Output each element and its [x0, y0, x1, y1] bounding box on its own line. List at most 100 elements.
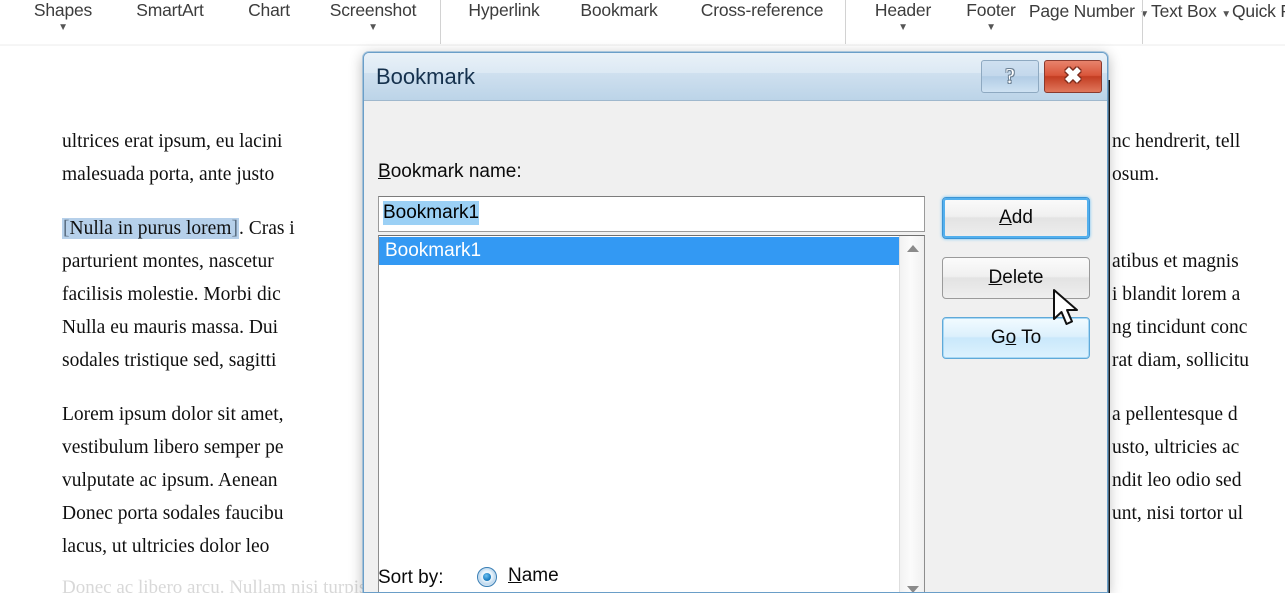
- scroll-down-arrow-icon[interactable]: [900, 578, 924, 592]
- ribbon-label-cross-reference: Cross-reference: [700, 0, 824, 20]
- ribbon-label-quick-parts: Quick Parts: [1232, 1, 1285, 21]
- ribbon-button-footer[interactable]: Footer ▼: [948, 0, 1034, 34]
- delete-button-suffix: elete: [1002, 267, 1044, 288]
- add-button[interactable]: Add: [942, 197, 1090, 239]
- bookmark-name-label: Bookmark name:: [378, 161, 522, 183]
- list-item[interactable]: Bookmark1: [379, 237, 899, 265]
- doc-line-bookmarked: [Nulla in purus lorem]. Cras i: [62, 212, 295, 245]
- ribbon-button-header[interactable]: Header ▼: [858, 0, 948, 34]
- doc-line: i blandit lorem a: [1112, 284, 1241, 305]
- doc-line: parturient montes, nascetur: [62, 251, 274, 272]
- ribbon-button-chart[interactable]: Chart: [229, 0, 309, 21]
- doc-line: vestibulum libero semper pe: [62, 437, 284, 458]
- page-edge-line: [1108, 80, 1110, 593]
- paragraph: a pellentesque d usto, ultricies ac ndit…: [1112, 398, 1249, 530]
- go-to-button[interactable]: Go To: [942, 317, 1090, 359]
- ribbon-button-screenshot[interactable]: Screenshot ▼: [309, 0, 437, 34]
- ribbon-label-smartart: SmartArt: [136, 0, 204, 20]
- ribbon-label-hyperlink: Hyperlink: [468, 0, 540, 20]
- bookmark-dialog: Bookmark ? ✖ Bookmark name: Bookmark1 Bo…: [363, 52, 1108, 593]
- bookmark-name-input[interactable]: Bookmark1: [378, 196, 925, 232]
- close-icon: ✖: [1063, 63, 1083, 88]
- doc-line-tail: . Cras i: [238, 218, 295, 239]
- radio-sort-name-label: Name: [508, 565, 559, 587]
- ribbon-button-quick-parts[interactable]: Quick Parts ▼: [1232, 0, 1285, 26]
- ribbon-button-hyperlink[interactable]: Hyperlink: [448, 0, 560, 21]
- ribbon-label-screenshot: Screenshot: [329, 0, 417, 20]
- go-to-button-prefix: G: [990, 327, 1006, 348]
- ribbon-button-text-box[interactable]: Text Box ▼: [1148, 0, 1234, 26]
- chevron-down-icon[interactable]: ▼: [948, 22, 1034, 34]
- ribbon-group-bar: [0, 44, 1285, 46]
- doc-line: lacus, ut ultricies dolor leo: [62, 536, 270, 557]
- radio-sort-name-rest: ame: [521, 565, 559, 586]
- paragraph: Lorem ipsum dolor sit amet, vestibulum l…: [62, 398, 295, 563]
- app-window: Shapes ▼ SmartArt Chart Screenshot ▼ Hyp…: [0, 0, 1285, 593]
- bookmark-name-input-value: Bookmark1: [383, 201, 480, 225]
- doc-line: vulputate ac ipsum. Aenean: [62, 470, 278, 491]
- bookmark-list[interactable]: Bookmark1: [378, 235, 925, 592]
- doc-line: osum.: [1112, 164, 1160, 185]
- ribbon-label-footer: Footer: [966, 0, 1016, 20]
- bookmark-name-label-accel: B: [378, 161, 391, 182]
- chevron-down-icon[interactable]: ▼: [309, 22, 437, 34]
- ribbon: Shapes ▼ SmartArt Chart Screenshot ▼ Hyp…: [0, 0, 1285, 46]
- add-button-accel: A: [999, 207, 1012, 228]
- go-to-button-accel: o: [1005, 327, 1017, 348]
- dialog-titlebar[interactable]: Bookmark ? ✖: [364, 53, 1107, 101]
- bookmark-bracket-close: ]: [231, 218, 238, 239]
- doc-line: atibus et magnis: [1112, 251, 1239, 272]
- close-button[interactable]: ✖: [1044, 60, 1102, 93]
- paragraph: nc hendrerit, tell osum.: [1112, 125, 1249, 191]
- ribbon-separator: [1142, 0, 1143, 44]
- doc-line: nc hendrerit, tell: [1112, 131, 1241, 152]
- ribbon-label-header: Header: [874, 0, 932, 20]
- doc-line: ndit leo odio sed: [1112, 470, 1242, 491]
- chevron-down-icon[interactable]: ▼: [15, 22, 111, 34]
- scroll-up-arrow-icon[interactable]: [900, 238, 924, 260]
- doc-line: malesuada porta, ante justo: [62, 164, 275, 185]
- radio-button-icon-selected[interactable]: [477, 567, 497, 587]
- chevron-down-icon[interactable]: ▼: [858, 22, 948, 34]
- doc-line: Lorem ipsum dolor sit amet,: [62, 404, 284, 425]
- bookmark-list-scrollbar[interactable]: [899, 236, 924, 592]
- delete-button[interactable]: Delete: [942, 257, 1090, 299]
- ribbon-separator: [845, 0, 846, 44]
- doc-line: unt, nisi tortor ul: [1112, 503, 1244, 524]
- doc-line-blank: [1112, 212, 1249, 245]
- doc-line: rat diam, sollicitu: [1112, 350, 1250, 371]
- ribbon-button-bookmark[interactable]: Bookmark: [560, 0, 678, 21]
- ribbon-label-shapes: Shapes: [33, 0, 93, 20]
- ribbon-button-smartart[interactable]: SmartArt: [111, 0, 229, 21]
- doc-line: sodales tristique sed, sagitti: [62, 350, 277, 371]
- ribbon-commands: Shapes ▼ SmartArt Chart Screenshot ▼ Hyp…: [0, 0, 1285, 46]
- ribbon-label-chart: Chart: [248, 0, 290, 20]
- bookmark-selected-text: Nulla in purus lorem: [69, 218, 232, 239]
- help-button[interactable]: ?: [981, 60, 1039, 93]
- doc-line: usto, ultricies ac: [1112, 437, 1240, 458]
- bookmark-highlight: [Nulla in purus lorem]: [62, 218, 239, 239]
- doc-line: Donec porta sodales faucibu: [62, 503, 284, 524]
- ribbon-button-cross-reference[interactable]: Cross-reference: [678, 0, 846, 21]
- doc-line: a pellentesque d: [1112, 404, 1238, 425]
- doc-line: ng tincidunt conc: [1112, 317, 1248, 338]
- add-button-suffix: dd: [1011, 207, 1033, 228]
- chevron-down-icon[interactable]: ▼: [1221, 9, 1231, 20]
- ribbon-button-page-number[interactable]: Page Number ▼: [1024, 0, 1154, 26]
- radio-sort-name-accel: N: [508, 565, 522, 586]
- doc-line: facilisis molestie. Morbi dic: [62, 284, 281, 305]
- ribbon-button-shapes[interactable]: Shapes ▼: [15, 0, 111, 34]
- dialog-title: Bookmark: [376, 64, 476, 89]
- ribbon-label-bookmark: Bookmark: [580, 0, 658, 20]
- document-text-right: nc hendrerit, tell osum. atibus et magni…: [1112, 125, 1249, 551]
- question-mark-icon: ?: [1005, 64, 1015, 88]
- paragraph: [Nulla in purus lorem]. Cras i parturien…: [62, 212, 295, 377]
- document-text-left: ultrices erat ipsum, eu lacini malesuada…: [62, 125, 295, 584]
- bookmark-name-label-rest: ookmark name:: [390, 161, 522, 182]
- ribbon-label-page-number: Page Number: [1028, 1, 1135, 21]
- paragraph: ultrices erat ipsum, eu lacini malesuada…: [62, 125, 295, 191]
- doc-line: Nulla eu mauris massa. Dui: [62, 317, 279, 338]
- sort-by-label: Sort by:: [378, 567, 444, 588]
- dialog-body: Bookmark name: Bookmark1 Bookmark1 Add D…: [364, 101, 1107, 592]
- delete-button-accel: D: [988, 267, 1003, 288]
